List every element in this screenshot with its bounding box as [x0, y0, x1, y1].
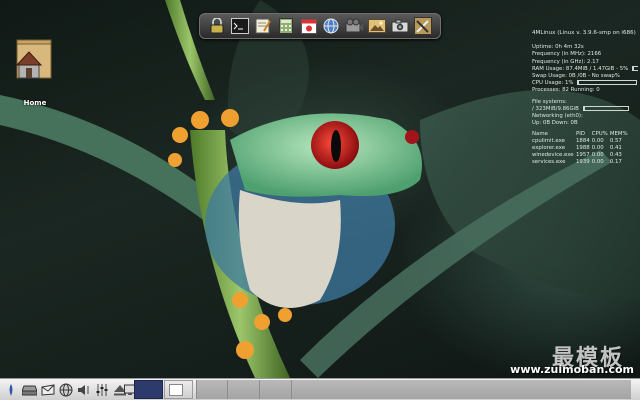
- drawer-icon: [22, 385, 37, 395]
- menu-icon: [9, 383, 12, 396]
- process-pid: 1884: [576, 138, 590, 145]
- desktop: Home 4MLinux (Linux v. 3.9.6-smp on i686…: [0, 0, 640, 378]
- notepad-icon: [255, 18, 271, 34]
- process-cpu: 0.00: [591, 159, 604, 166]
- process-pid: 1939: [576, 159, 590, 166]
- cpu-usage-text: CPU Usage: 1%: [532, 80, 574, 87]
- process-name: winedevice.exe: [532, 152, 574, 159]
- task-list[interactable]: [196, 380, 631, 399]
- process-count: Processes: 82 Running: 0: [532, 87, 600, 94]
- dock-web-browser[interactable]: [322, 17, 340, 35]
- process-mem: 0.17: [609, 159, 622, 166]
- filesystem-root-text: / 323MiB/9.86GiB: [532, 105, 579, 112]
- frequency-ghz: Frequency (in GHz): 2.17: [532, 58, 599, 65]
- terminal-icon: [231, 18, 250, 34]
- process-cpu: 0.00: [591, 145, 604, 152]
- table-row: explorer.exe 1988 0.00 0.41: [532, 145, 630, 152]
- launcher-dock: [199, 13, 441, 39]
- calculator-icon: [278, 18, 293, 34]
- globe-icon: [59, 383, 72, 396]
- cpu-usage: CPU Usage: 1%: [532, 80, 638, 87]
- camera-icon: [391, 19, 409, 33]
- process-pid: 1957: [576, 152, 590, 159]
- desktop-icon-home[interactable]: Home: [10, 34, 60, 107]
- watermark-url: www.zuimoban.com: [510, 363, 634, 376]
- mixer-icon: [96, 383, 107, 396]
- system-monitor: 4MLinux (Linux v. 3.9.6-smp on i686) Upt…: [532, 30, 638, 166]
- ram-usage-text: RAM Usage: 87.4MiB / 1.47GiB - 5%: [532, 65, 629, 72]
- process-mem: 0.57: [609, 138, 622, 145]
- dock-lock-screen[interactable]: [208, 17, 226, 35]
- process-table: Name PID CPU% MEM% cpulimit.exe 1884 0.0…: [532, 131, 630, 166]
- process-pid: 1988: [576, 145, 590, 152]
- process-name: explorer.exe: [532, 145, 566, 152]
- speaker-icon: [77, 384, 88, 395]
- col-name: Name: [532, 131, 548, 138]
- dock-media-player[interactable]: [345, 17, 364, 35]
- globe-icon: [323, 18, 339, 34]
- dock-screenshot[interactable]: [391, 17, 409, 35]
- table-row: winedevice.exe 1957 0.00 0.43: [532, 152, 630, 159]
- table-row: cpulimit.exe 1884 0.00 0.57: [532, 138, 630, 145]
- cpu-usage-bar: [577, 80, 638, 86]
- mail-icon: [41, 383, 54, 396]
- dock-text-editor[interactable]: [254, 17, 272, 35]
- filesystem-root: / 323MiB/9.86GiB: [532, 105, 638, 113]
- watermark: 最模板 www.zuimoban.com: [492, 338, 640, 378]
- filesystems-header: File systems:: [532, 98, 567, 105]
- process-name: services.exe: [532, 159, 566, 166]
- home-folder-icon: [15, 39, 52, 79]
- process-mem: 0.43: [609, 152, 622, 159]
- picture-icon: [367, 19, 386, 33]
- tools-icon: [413, 17, 432, 35]
- taskbar-app-menu[interactable]: [3, 382, 18, 397]
- workspace-window-thumb: [169, 384, 183, 396]
- workspace-2[interactable]: [164, 380, 193, 399]
- dock-calculator[interactable]: [277, 17, 295, 35]
- dock-terminal[interactable]: [231, 17, 250, 35]
- taskbar-mixer[interactable]: [94, 382, 109, 397]
- process-mem: 0.41: [609, 145, 622, 152]
- taskbar-file-manager[interactable]: [22, 382, 37, 397]
- taskbar-sound[interactable]: [76, 382, 91, 397]
- network-header: Networking (eth0):: [532, 113, 583, 120]
- taskbar: [0, 378, 640, 400]
- lock-icon: [210, 18, 224, 34]
- uptime: Uptime: 0h 4m 32s: [532, 44, 584, 51]
- taskbar-web[interactable]: [58, 382, 73, 397]
- process-name: cpulimit.exe: [532, 138, 565, 145]
- process-table-header: Name PID CPU% MEM%: [532, 131, 630, 138]
- taskbar-email[interactable]: [40, 382, 55, 397]
- calendar-icon: [300, 19, 317, 34]
- network-updown: Up: 0B Down: 0B: [532, 120, 578, 127]
- dock-image-viewer[interactable]: [367, 17, 386, 35]
- workspace-1[interactable]: [134, 380, 163, 399]
- process-cpu: 0.00: [591, 138, 604, 145]
- ram-usage: RAM Usage: 87.4MiB / 1.47GiB - 5%: [532, 65, 638, 73]
- film-icon: [345, 18, 364, 33]
- desktop-icon-label: Home: [23, 99, 47, 107]
- swap-usage: Swap Usage: 0B /0B - No swap%: [532, 73, 620, 80]
- col-mem: MEM%: [609, 131, 628, 138]
- process-cpu: 0.00: [591, 152, 604, 159]
- table-row: services.exe 1939 0.00 0.17: [532, 159, 630, 166]
- col-pid: PID: [576, 131, 585, 138]
- filesystem-root-bar: [582, 105, 629, 111]
- monitor-title: 4MLinux (Linux v. 3.9.6-smp on i686): [532, 30, 636, 36]
- col-cpu: CPU%: [591, 131, 608, 138]
- ram-usage-bar: [632, 65, 638, 71]
- dock-calendar[interactable]: [300, 17, 318, 35]
- frequency-mhz: Frequency (in MHz): 2166: [532, 51, 602, 58]
- dock-settings[interactable]: [413, 17, 432, 35]
